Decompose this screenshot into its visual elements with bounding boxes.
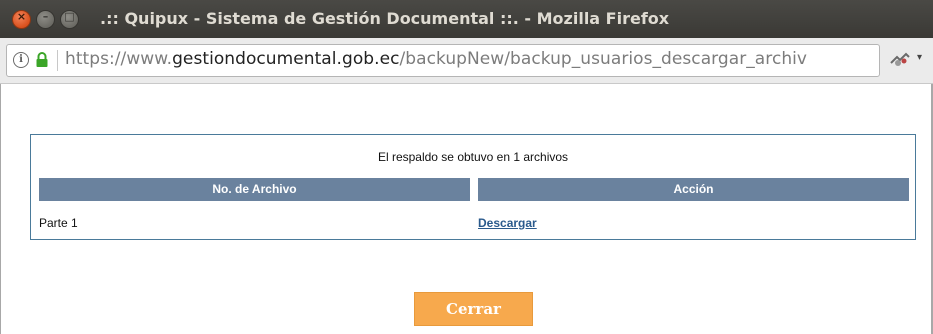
info-icon[interactable]: i — [13, 52, 29, 68]
url-domain: gestiondocumental.gob.ec — [172, 49, 400, 69]
url-path: /backupNew/backup_usuarios_descargar_arc… — [399, 49, 808, 69]
url-field[interactable]: i https://www.gestiondocumental.gob.ec/b… — [6, 44, 880, 77]
backup-panel: El respaldo se obtuvo en 1 archivos No. … — [30, 134, 916, 240]
close-icon: × — [16, 10, 27, 23]
lock-icon[interactable] — [35, 52, 49, 68]
column-header-file-number: No. de Archivo — [39, 178, 470, 201]
column-header-action: Acción — [478, 178, 909, 201]
maximize-icon: □ — [64, 10, 75, 23]
url-text[interactable]: https://www.gestiondocumental.gob.ec/bac… — [65, 49, 807, 69]
window-left-border — [0, 84, 1, 334]
minimize-icon: – — [42, 10, 49, 23]
window-minimize-button[interactable]: – — [36, 10, 55, 29]
navigation-bar: i https://www.gestiondocumental.gob.ec/b… — [0, 38, 933, 84]
menu-caret-icon[interactable]: ▾ — [917, 52, 929, 66]
url-separator — [57, 50, 58, 71]
close-button[interactable]: Cerrar — [414, 292, 533, 326]
window-titlebar: × – □ .:: Quipux - Sistema de Gestión Do… — [0, 0, 933, 38]
extension-icon[interactable] — [889, 51, 911, 69]
window-maximize-button[interactable]: □ — [60, 10, 79, 29]
backup-summary: El respaldo se obtuvo en 1 archivos — [377, 150, 569, 164]
window-close-button[interactable]: × — [12, 10, 31, 29]
url-prefix: https://www. — [65, 49, 173, 69]
file-name-cell: Parte 1 — [39, 216, 78, 230]
window-title: .:: Quipux - Sistema de Gestión Document… — [100, 9, 670, 28]
download-link[interactable]: Descargar — [478, 216, 537, 230]
